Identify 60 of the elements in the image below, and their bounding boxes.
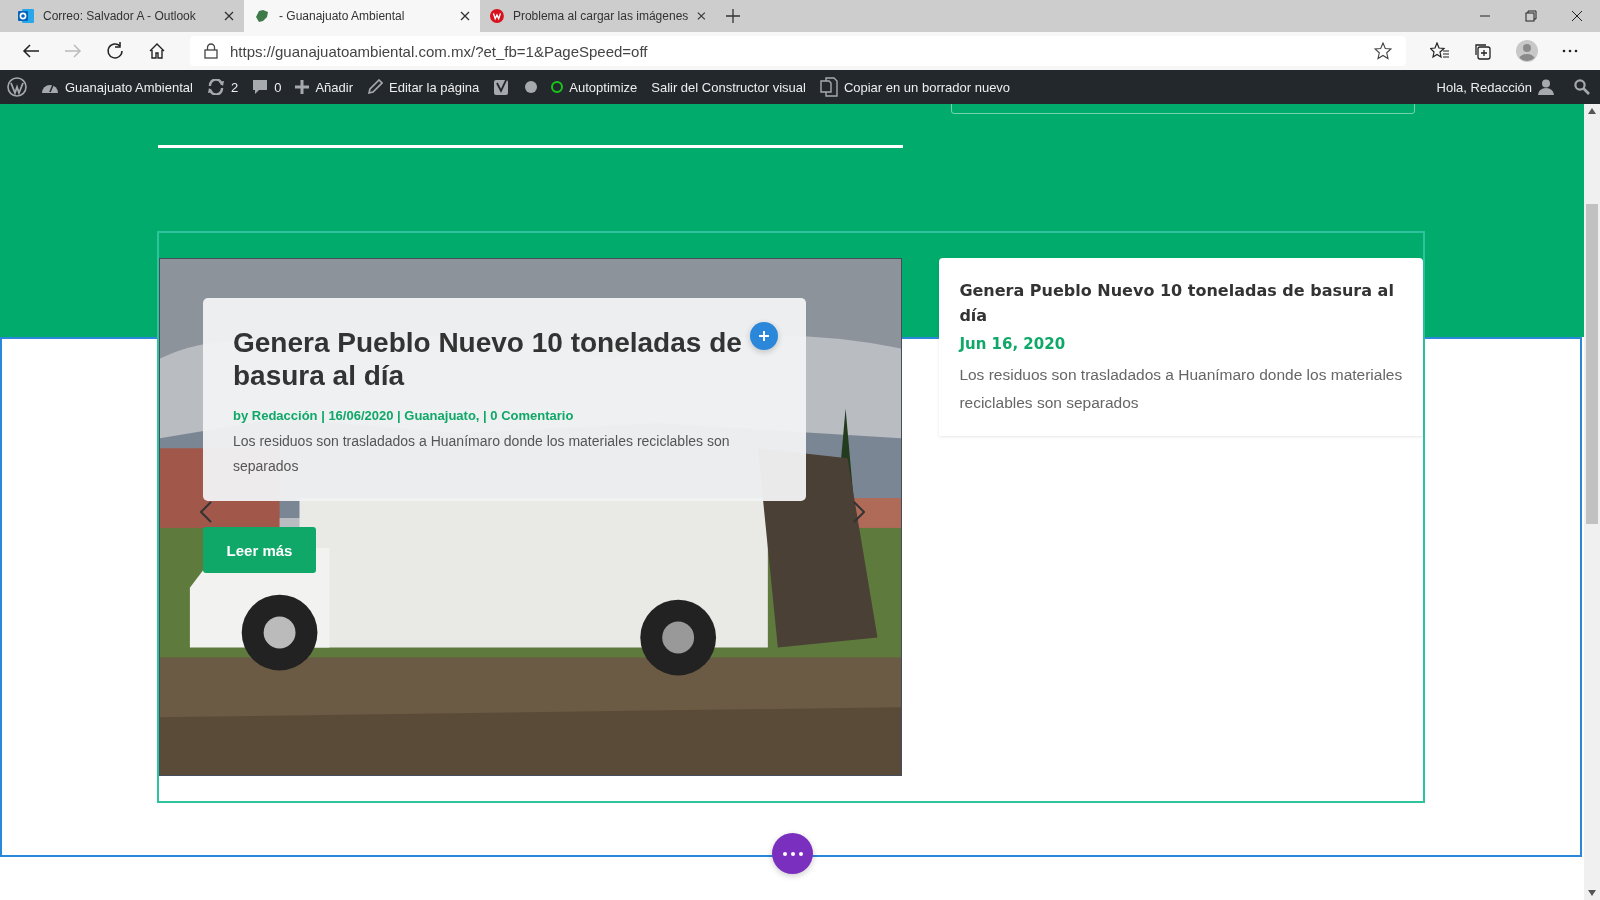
wordpress-logo-icon[interactable]	[7, 77, 27, 97]
mail-app-icon	[18, 8, 34, 24]
browser-tab[interactable]: - Guanajuato Ambiental	[244, 0, 480, 32]
post-meta: by Redacción | 16/06/2020 | Guanajuato, | 0 Comentario	[233, 408, 575, 423]
post-title[interactable]: Genera Pueblo Nuevo 10 toneladas de basura al día	[959, 278, 1403, 328]
tab-title: Correo: Salvador A - Outlook	[43, 9, 197, 23]
admin-menu-item[interactable]: 2	[206, 79, 239, 95]
reload-icon[interactable]	[106, 42, 124, 60]
new-tab-icon[interactable]	[726, 9, 740, 23]
star-icon[interactable]	[1374, 42, 1392, 60]
admin-menu-item[interactable]: Copiar en un borrador nuevo	[819, 77, 1011, 97]
logo-icon	[490, 8, 504, 24]
close-icon[interactable]	[224, 11, 234, 21]
admin-menu-item[interactable]: Autoptimize	[551, 79, 638, 95]
post-excerpt: Los residuos son trasladados a Huanímaro donde los materiales reciclables son separados	[233, 432, 731, 476]
add-module-button[interactable]	[750, 322, 778, 350]
browser-tab[interactable]: Correo: Salvador A - Outlook	[8, 0, 244, 32]
status-ring-icon	[551, 81, 564, 93]
search-icon[interactable]	[1574, 79, 1590, 95]
user-icon	[1538, 79, 1554, 95]
admin-menu-item[interactable]: Salir del Constructor visual	[651, 79, 806, 95]
more-icon	[782, 851, 803, 856]
leaf-icon	[254, 8, 270, 24]
restore-icon[interactable]	[1525, 10, 1537, 22]
post-title[interactable]: Genera Pueblo Nuevo 10 toneladas de basura al día	[233, 326, 776, 392]
browser-tab[interactable]: Problema al cargar las imágenes	[480, 0, 716, 32]
home-icon[interactable]	[148, 42, 166, 60]
url-text: https://guanajuatoambiental.com.mx/?et_fb=1&PageSpeed=off	[230, 42, 649, 60]
post-date: Jun 16, 2020	[959, 335, 1067, 353]
profile-avatar-icon[interactable]	[1516, 40, 1538, 62]
plus-icon	[295, 80, 310, 94]
copy-icon	[819, 77, 838, 97]
account-menu[interactable]: Hola, Redacción	[1436, 79, 1554, 95]
post-excerpt: Los residuos son trasladados a Huanímaro donde los materiales reciclables son separados	[959, 365, 1403, 413]
admin-menu-item[interactable]: 0	[252, 79, 282, 95]
collections-icon[interactable]	[1474, 42, 1492, 60]
close-window-icon[interactable]	[1571, 10, 1583, 22]
close-icon[interactable]	[460, 11, 470, 21]
scroll-up-icon[interactable]	[1588, 108, 1596, 114]
lock-icon	[204, 43, 218, 59]
address-bar[interactable]: https://guanajuatoambiental.com.mx/?et_fb=1&PageSpeed=off	[190, 36, 1406, 66]
section-options-button[interactable]	[772, 833, 813, 874]
admin-menu-item[interactable]: Añadir	[295, 79, 353, 95]
close-icon[interactable]	[697, 11, 706, 21]
status-dot	[525, 81, 538, 93]
tab-title: Problema al cargar las imágenes	[512, 9, 689, 23]
scrollbar[interactable]	[1584, 104, 1600, 900]
admin-menu-item[interactable]	[493, 78, 538, 96]
admin-menu-item[interactable]: Guanajuato Ambiental	[41, 79, 193, 95]
back-icon[interactable]	[22, 43, 40, 59]
scroll-down-icon[interactable]	[1588, 890, 1596, 896]
scrollbar-thumb[interactable]	[1586, 204, 1598, 524]
admin-menu-item[interactable]: Editar la página	[367, 79, 480, 95]
plus-icon	[758, 330, 770, 342]
more-icon[interactable]	[1562, 49, 1578, 53]
favorites-icon[interactable]	[1430, 42, 1450, 60]
refresh-icon	[206, 79, 225, 95]
pencil-icon	[367, 79, 383, 95]
tab-title: - Guanajuato Ambiental	[279, 9, 406, 23]
comment-icon	[252, 79, 269, 95]
